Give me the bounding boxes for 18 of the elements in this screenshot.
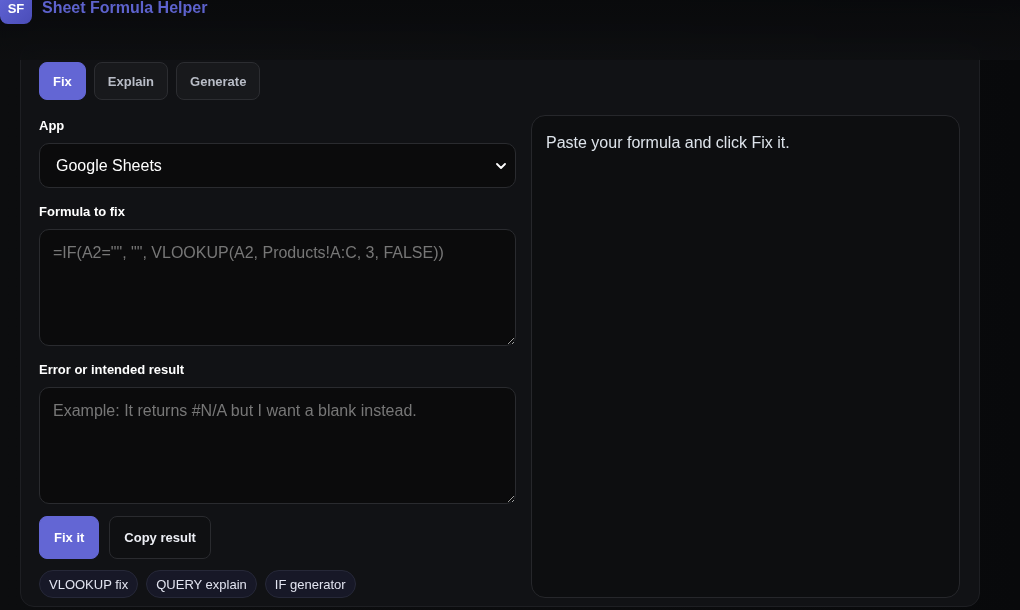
app-select[interactable]: Google Sheets	[39, 143, 516, 188]
mode-tab[interactable]: Generate	[176, 62, 261, 100]
field-label: Formula to fix	[39, 203, 125, 221]
field-label: Error or intended result	[39, 361, 185, 379]
copy-button[interactable]: Copy result	[109, 516, 211, 559]
intent-field[interactable]: Example: It returns #N/A but I want a blank instead.	[39, 387, 516, 504]
field-label: App	[39, 117, 65, 135]
fix-button[interactable]: Fix it	[39, 516, 100, 559]
example-chip[interactable]: IF generator	[264, 570, 356, 598]
mode-tab[interactable]: Fix	[39, 62, 86, 100]
example-chip[interactable]: VLOOKUP fix	[39, 570, 139, 598]
chevron-down-icon	[496, 162, 506, 169]
result-text: Paste your formula and click Fix it.	[546, 134, 790, 151]
formula-field[interactable]: =IF(A2="", "", VLOOKUP(A2, Products!A:C, 3, FALSE))	[39, 229, 516, 346]
app-logo: SF	[0, 0, 32, 24]
example-chip[interactable]: QUERY explain	[146, 570, 257, 598]
mode-tab[interactable]: Explain	[93, 62, 169, 100]
app-title: Sheet Formula Helper	[42, 0, 208, 17]
